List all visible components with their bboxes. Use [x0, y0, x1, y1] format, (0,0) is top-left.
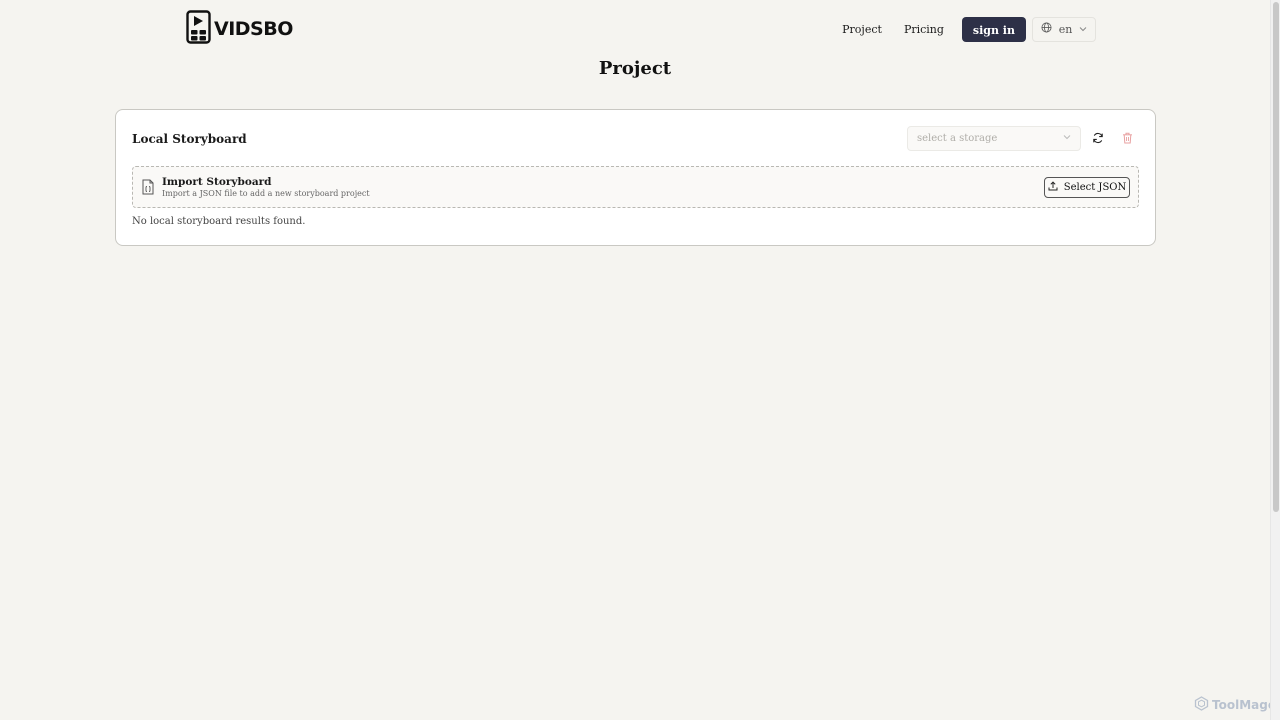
- empty-results-message: No local storyboard results found.: [132, 216, 306, 227]
- logo[interactable]: VIDSBO: [186, 10, 293, 48]
- select-json-button[interactable]: Select JSON: [1044, 177, 1130, 198]
- import-storyboard-dropzone[interactable]: Import Storyboard Import a JSON file to …: [132, 166, 1139, 208]
- sign-in-button[interactable]: sign in: [961, 16, 1026, 42]
- language-select[interactable]: en: [1032, 16, 1096, 42]
- refresh-icon: [1092, 129, 1104, 148]
- storage-select-placeholder: select a storage: [917, 133, 998, 144]
- toolmage-logo-icon: [1194, 696, 1209, 714]
- language-value: en: [1058, 22, 1073, 36]
- chevron-down-icon: [1063, 133, 1071, 144]
- nav-project-link[interactable]: Project: [834, 17, 890, 42]
- upload-icon: [1048, 181, 1058, 194]
- import-description: Import a JSON file to add a new storyboa…: [162, 189, 370, 198]
- scrollbar-thumb[interactable]: [1273, 2, 1279, 512]
- file-icon: [141, 179, 155, 199]
- top-header: VIDSBO Project Pricing sign in en: [186, 10, 1096, 48]
- select-json-label: Select JSON: [1063, 182, 1127, 193]
- nav-pricing-link[interactable]: Pricing: [896, 17, 952, 42]
- globe-icon: [1041, 22, 1052, 36]
- page: VIDSBO Project Pricing sign in en Projec…: [0, 0, 1280, 720]
- refresh-button[interactable]: [1088, 128, 1108, 148]
- delete-button[interactable]: [1117, 128, 1137, 148]
- card-title: Local Storyboard: [132, 132, 247, 146]
- vertical-scrollbar[interactable]: [1270, 0, 1280, 720]
- storage-select[interactable]: select a storage: [907, 126, 1081, 151]
- local-storyboard-card: Local Storyboard select a storage Import…: [115, 109, 1156, 246]
- logo-text: VIDSBO: [214, 18, 293, 40]
- watermark-text: ToolMage: [1212, 698, 1276, 712]
- chevron-down-icon: [1079, 23, 1087, 36]
- watermark: ToolMage: [1194, 696, 1276, 714]
- film-phone-icon: [186, 10, 211, 48]
- trash-icon: [1122, 129, 1133, 148]
- page-title: Project: [598, 58, 672, 79]
- import-title: Import Storyboard: [162, 176, 272, 188]
- top-nav: Project Pricing sign in en: [834, 16, 1096, 42]
